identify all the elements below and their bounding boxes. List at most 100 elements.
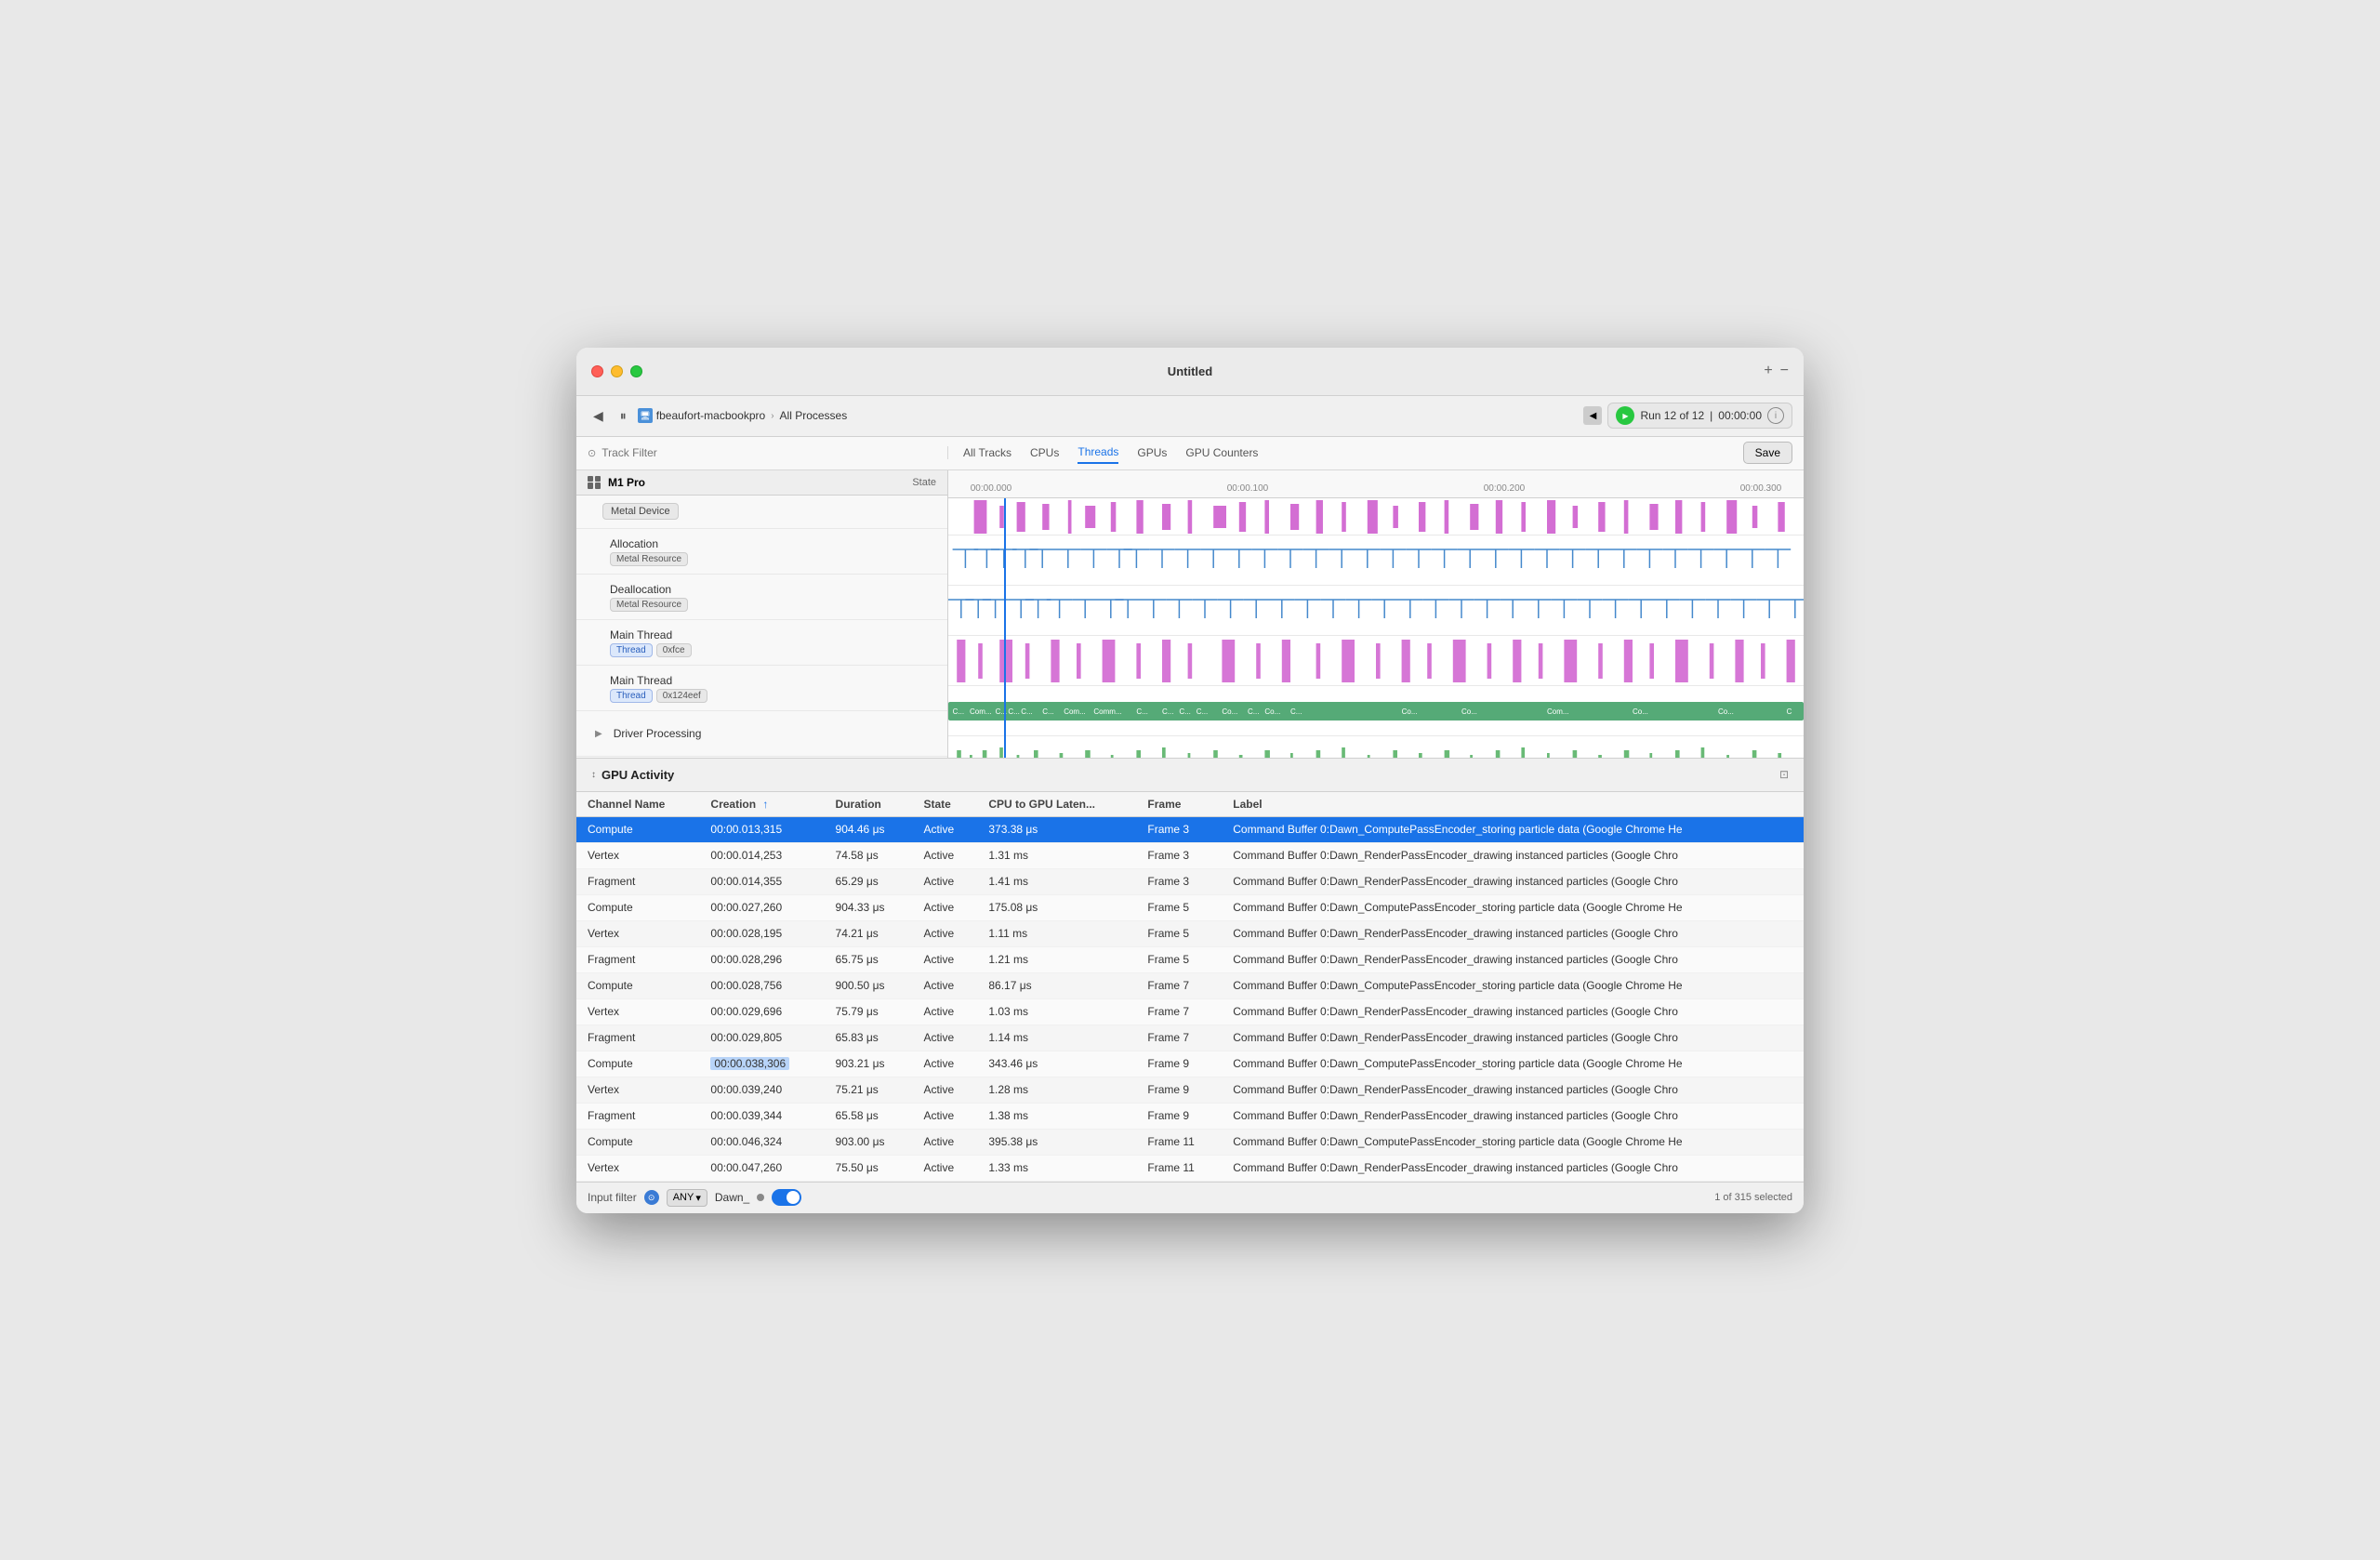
track-filter-input[interactable] [602,446,936,459]
cell-duration: 65.75 μs [825,946,913,972]
svg-text:Co...: Co... [1718,707,1734,716]
table-row[interactable]: Compute00:00.028,756900.50 μsActive86.17… [576,972,1804,998]
back-button[interactable]: ◀ [588,404,609,428]
cell-channel: Vertex [576,1155,699,1181]
col-header-frame[interactable]: Frame [1136,792,1222,817]
cell-creation: 00:00.038,306 [699,1051,824,1077]
input-filter-bar: Input filter ⊙ ANY ▾ Dawn_ 1 of 315 sele… [576,1182,1804,1213]
col-header-channel[interactable]: Channel Name [576,792,699,817]
device-group-name: M1 Pro [608,476,645,489]
cell-state: Active [912,1103,977,1129]
add-button[interactable]: + [1764,363,1772,379]
cell-label: Command Buffer 0:Dawn_ComputePassEncoder… [1222,1051,1804,1077]
track-filter-bar: ⊙ All Tracks CPUs Threads GPUs GPU Count… [576,437,1804,470]
table-row[interactable]: Compute00:00.027,260904.33 μsActive175.0… [576,894,1804,920]
filter-value: Dawn_ [715,1191,749,1204]
table-row[interactable]: Vertex00:00.029,69675.79 μsActive1.03 ms… [576,998,1804,1025]
cell-channel: Fragment [576,868,699,894]
cell-frame: Frame 9 [1136,1077,1222,1103]
gpu-activity-expand-icon[interactable]: ↕ [591,770,596,780]
table-row[interactable]: Vertex00:00.014,25374.58 μsActive1.31 ms… [576,842,1804,868]
table-row[interactable]: Vertex00:00.039,24075.21 μsActive1.28 ms… [576,1077,1804,1103]
pause-button[interactable]: ⏸ [615,404,632,428]
main-thread-2-chart: C... Com... C... C... C... C... Com... C… [948,686,1804,735]
track-tag-thread-2-addr: 0x124eef [656,689,707,703]
tab-gpus[interactable]: GPUs [1137,443,1167,463]
cell-creation: 00:00.029,696 [699,998,824,1025]
tab-gpu-counters[interactable]: GPU Counters [1185,443,1258,463]
toolbar-center: ◀ ▶ Run 12 of 12 | 00:00:00 i [1583,403,1792,429]
table-row[interactable]: Fragment00:00.029,80565.83 μsActive1.14 … [576,1025,1804,1051]
col-header-state[interactable]: State [912,792,977,817]
subtract-button[interactable]: − [1780,363,1789,379]
table-container[interactable]: Channel Name Creation ↑ Duration State C… [576,792,1804,1182]
save-button[interactable]: Save [1743,442,1792,464]
table-row[interactable]: Compute00:00.046,324903.00 μsActive395.3… [576,1129,1804,1155]
cell-cpu_gpu_lat: 343.46 μs [977,1051,1136,1077]
cell-creation: 00:00.028,195 [699,920,824,946]
filter-dropdown-icon: ▾ [695,1192,701,1204]
close-button[interactable] [591,365,603,377]
tab-all-tracks[interactable]: All Tracks [963,443,1012,463]
cell-channel: Compute [576,1051,699,1077]
cell-duration: 75.79 μs [825,998,913,1025]
svg-text:Co...: Co... [1402,707,1418,716]
tab-threads[interactable]: Threads [1078,442,1118,464]
svg-text:C...: C... [953,707,964,716]
cell-creation: 00:00.039,344 [699,1103,824,1129]
table-row[interactable]: Compute00:00.013,315904.46 μsActive373.3… [576,816,1804,842]
expand-icon-driver[interactable]: ▶ [595,729,602,739]
device-label: 🖥 fbeaufort-macbookpro › All Processes [638,408,847,423]
col-header-duration[interactable]: Duration [825,792,913,817]
col-header-cpu-gpu-lat[interactable]: CPU to GPU Laten... [977,792,1136,817]
tab-cpus[interactable]: CPUs [1030,443,1059,463]
main-window: Untitled + − ◀ ⏸ 🖥 fbeaufort-macbookpro … [576,348,1804,1213]
col-header-label[interactable]: Label [1222,792,1804,817]
device-icon: 🖥 [638,408,653,423]
cell-duration: 65.83 μs [825,1025,913,1051]
nav-back-button[interactable]: ◀ [1583,406,1602,425]
cell-cpu_gpu_lat: 1.38 ms [977,1103,1136,1129]
cell-frame: Frame 3 [1136,816,1222,842]
cell-creation: 00:00.013,315 [699,816,824,842]
cell-cpu_gpu_lat: 373.38 μs [977,816,1136,842]
cell-duration: 75.50 μs [825,1155,913,1181]
filter-toggle[interactable] [772,1189,801,1206]
table-row[interactable]: Fragment00:00.039,34465.58 μsActive1.38 … [576,1103,1804,1129]
chart-track-main-thread-2: C... Com... C... C... C... C... Com... C… [948,686,1804,736]
sort-arrow: ↑ [762,798,768,811]
svg-text:C...: C... [1021,707,1032,716]
svg-text:Co...: Co... [1222,707,1237,716]
cell-state: Active [912,1051,977,1077]
cell-state: Active [912,972,977,998]
info-button[interactable]: i [1767,407,1784,424]
maximize-button[interactable] [630,365,642,377]
table-row[interactable]: Compute00:00.038,306903.21 μsActive343.4… [576,1051,1804,1077]
run-button[interactable]: ▶ [1616,406,1634,425]
filter-condition[interactable]: ANY ▾ [667,1189,707,1207]
cell-duration: 903.21 μs [825,1051,913,1077]
cell-frame: Frame 5 [1136,894,1222,920]
table-row[interactable]: Fragment00:00.028,29665.75 μsActive1.21 … [576,946,1804,972]
cell-creation: 00:00.027,260 [699,894,824,920]
cell-label: Command Buffer 0:Dawn_RenderPassEncoder_… [1222,998,1804,1025]
table-row[interactable]: Vertex00:00.047,26075.50 μsActive1.33 ms… [576,1155,1804,1181]
cell-frame: Frame 3 [1136,868,1222,894]
cell-cpu_gpu_lat: 1.28 ms [977,1077,1136,1103]
cell-label: Command Buffer 0:Dawn_RenderPassEncoder_… [1222,1077,1804,1103]
time-mark-0: 00:00.000 [971,483,1012,494]
time-mark-3: 00:00.300 [1740,483,1782,494]
minimize-button[interactable] [611,365,623,377]
cell-state: Active [912,1025,977,1051]
table-row[interactable]: Fragment00:00.014,35565.29 μsActive1.41 … [576,868,1804,894]
track-name-deallocation: Deallocation [610,583,688,596]
process-name: All Processes [780,409,848,422]
col-header-creation[interactable]: Creation ↑ [699,792,824,817]
table-row[interactable]: Vertex00:00.028,19574.21 μsActive1.11 ms… [576,920,1804,946]
table-header: Channel Name Creation ↑ Duration State C… [576,792,1804,817]
track-tag-thread-2: Thread [610,689,653,703]
cell-label: Command Buffer 0:Dawn_ComputePassEncoder… [1222,972,1804,998]
cell-label: Command Buffer 0:Dawn_ComputePassEncoder… [1222,1129,1804,1155]
filter-condition-label: ANY [673,1192,694,1203]
resize-handle[interactable]: ⊡ [1779,768,1789,781]
